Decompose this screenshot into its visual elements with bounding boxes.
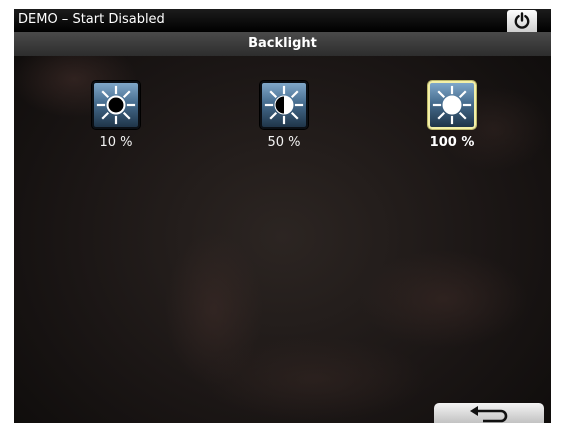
backlight-option-label: 50 % (267, 135, 301, 150)
app-title: DEMO – Start Disabled (18, 12, 165, 27)
backlight-option-label: 10 % (99, 135, 133, 150)
return-arrow-icon (470, 406, 508, 423)
backlight-option-button[interactable] (260, 81, 308, 129)
brightness-medium-icon (264, 85, 304, 125)
backlight-option-10[interactable]: 10 % (76, 81, 156, 150)
top-status-bar: DEMO – Start Disabled (14, 9, 551, 32)
power-button[interactable] (507, 10, 537, 32)
back-button[interactable] (434, 403, 544, 423)
device-screen: DEMO – Start Disabled Backlight 10 % 50 … (14, 9, 551, 423)
backlight-option-50[interactable]: 50 % (244, 81, 324, 150)
screen-title-bar: Backlight (14, 32, 551, 56)
backlight-option-label: 100 % (429, 135, 475, 150)
backlight-option-button[interactable] (428, 81, 476, 129)
brightness-high-icon (432, 85, 472, 125)
backlight-option-button[interactable] (92, 81, 140, 129)
backlight-option-100[interactable]: 100 % (412, 81, 492, 150)
power-icon (514, 12, 530, 29)
brightness-low-icon (96, 85, 136, 125)
screen-title: Backlight (248, 36, 317, 51)
